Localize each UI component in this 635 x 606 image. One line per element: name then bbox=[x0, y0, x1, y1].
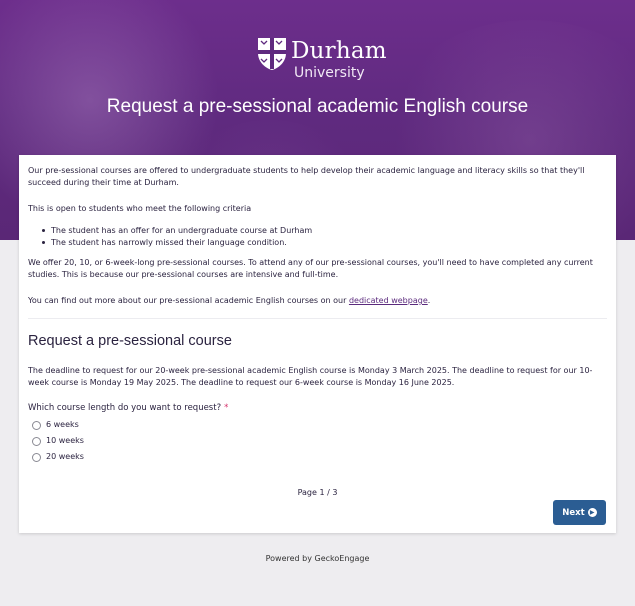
intro-paragraph: Our pre-sessional courses are offered to… bbox=[28, 166, 585, 187]
course-length-options: 6 weeks 10 weeks 20 weeks bbox=[32, 417, 84, 465]
criteria-item: The student has narrowly missed their la… bbox=[42, 237, 591, 249]
arrow-circle-right-icon: ▶ bbox=[587, 508, 597, 517]
option-label: 6 weeks bbox=[46, 420, 79, 429]
section-title: Request a pre-sessional course bbox=[28, 333, 232, 349]
course-info-paragraph: We offer 20, 10, or 6-week-long pre-sess… bbox=[28, 258, 593, 279]
section-divider bbox=[28, 318, 607, 319]
page-title: Request a pre-sessional academic English… bbox=[106, 96, 529, 117]
next-button-label: Next bbox=[562, 507, 585, 518]
radio-button[interactable] bbox=[32, 452, 41, 462]
more-info-paragraph: You can find out more about our pre-sess… bbox=[28, 295, 608, 307]
logo-brand-text: Durham bbox=[291, 38, 387, 64]
option-20-weeks[interactable]: 20 weeks bbox=[32, 449, 84, 465]
durham-logo: Durham University bbox=[257, 35, 387, 87]
durham-shield-icon bbox=[258, 38, 286, 70]
option-label: 10 weeks bbox=[46, 436, 84, 445]
more-info-prefix: You can find out more about our pre-sess… bbox=[28, 296, 349, 305]
criteria-item: The student has an offer for an undergra… bbox=[42, 225, 591, 237]
radio-button[interactable] bbox=[32, 436, 41, 446]
course-length-question: Which course length do you want to reque… bbox=[28, 402, 228, 414]
logo-sub-text: University bbox=[294, 65, 365, 81]
powered-by-footer: Powered by GeckoEngage bbox=[265, 554, 370, 563]
criteria-list: The student has an offer for an undergra… bbox=[42, 225, 591, 249]
option-label: 20 weeks bbox=[46, 452, 84, 461]
form-card: Our pre-sessional courses are offered to… bbox=[19, 155, 616, 533]
option-10-weeks[interactable]: 10 weeks bbox=[32, 433, 84, 449]
option-6-weeks[interactable]: 6 weeks bbox=[32, 417, 84, 433]
required-asterisk: * bbox=[224, 403, 229, 413]
next-button[interactable]: Next ▶ bbox=[553, 500, 606, 525]
radio-button[interactable] bbox=[32, 420, 41, 430]
question-label: Which course length do you want to reque… bbox=[28, 403, 222, 413]
deadline-paragraph: The deadline to request for our 20-week … bbox=[28, 366, 593, 387]
page-indicator: Page 1 / 3 bbox=[297, 488, 338, 497]
more-info-suffix: . bbox=[427, 296, 431, 305]
criteria-heading: This is open to students who meet the fo… bbox=[28, 204, 252, 213]
dedicated-webpage-link[interactable]: dedicated webpage bbox=[349, 296, 428, 305]
